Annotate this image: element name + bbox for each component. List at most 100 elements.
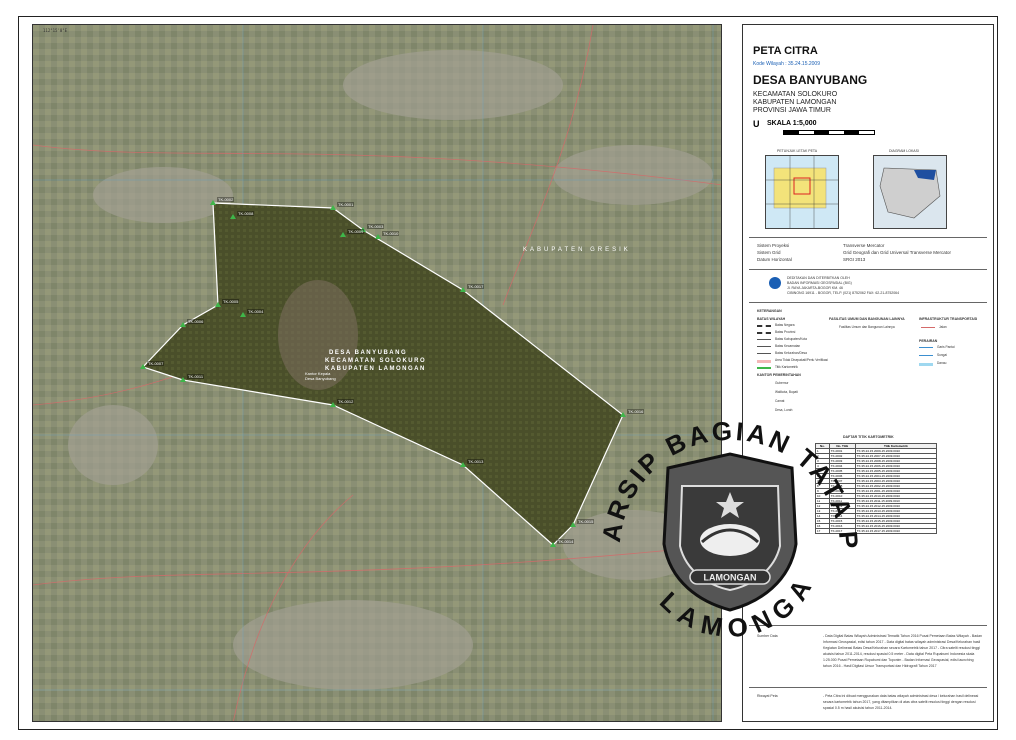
legend-item: Walikota, Bupati bbox=[775, 390, 798, 394]
meta-key: Sistem Proyeksi bbox=[757, 243, 790, 248]
legend-item: Batas Kelurahan/Desa bbox=[775, 351, 807, 355]
diagram-inset bbox=[873, 155, 947, 229]
legend-swatch bbox=[757, 401, 771, 402]
kabupaten-name: KABUPATEN LAMONGAN bbox=[753, 99, 837, 106]
tk-label: TK-0011 bbox=[187, 374, 205, 379]
legend-fasilitas-title: FASILITAS UMUM DAN BANGUNAN LAINNYA bbox=[829, 317, 905, 321]
legend-batas-title: BATAS WILAYAH bbox=[757, 317, 786, 321]
tk-label: TK-0012 bbox=[337, 399, 355, 404]
legend-swatch bbox=[757, 392, 771, 393]
tk-label: TK-0016 bbox=[627, 409, 645, 414]
legend-item: Camat bbox=[775, 399, 785, 403]
tk-label: TK-0004 bbox=[247, 309, 265, 314]
legend-kantor-title: KANTOR PEMERINTAHAN bbox=[757, 373, 801, 377]
legend-item: Area Tidak Disepakati/Perlu Verifikasi bbox=[775, 358, 828, 362]
legend-swatch bbox=[757, 367, 771, 369]
desa-label-2: KECAMATAN SOLOKURO bbox=[325, 358, 427, 364]
sumber-label: Sumber Data bbox=[757, 634, 778, 638]
agency-line-1: DEDITAKAN DAN DITERBITKAN OLEH bbox=[787, 276, 850, 280]
legend-swatch bbox=[757, 353, 771, 354]
map-svg bbox=[33, 25, 721, 721]
meta-value: Transverse Mercator bbox=[843, 243, 885, 248]
location-inset bbox=[765, 155, 839, 229]
legend-swatch bbox=[757, 346, 771, 347]
table-cell: 17 bbox=[815, 528, 830, 534]
tk-label: TK-0014 bbox=[557, 539, 575, 544]
tk-label: TK-0007 bbox=[147, 361, 165, 366]
coord-label: 112°15'0"E bbox=[43, 28, 68, 33]
legend-swatch bbox=[757, 383, 771, 384]
divider bbox=[749, 302, 987, 303]
tk-label: TK-0005 bbox=[222, 299, 240, 304]
tk-label: TK-0010 bbox=[382, 231, 400, 236]
region-code: Kode Wilayah : 35.24.15.2009 bbox=[753, 61, 820, 67]
tk-label: TK-0008 bbox=[237, 211, 255, 216]
tk-label: TK-0002 bbox=[217, 197, 235, 202]
tk-label: TK-0013 bbox=[467, 459, 485, 464]
agency-line-4: CIBINONG 16911 - BOGOR, TELP. (021) 8752… bbox=[787, 291, 900, 295]
tk-label: TK-0009 bbox=[347, 229, 365, 234]
meta-key: Sistem Grid bbox=[757, 250, 781, 255]
legend-swatch bbox=[757, 360, 771, 363]
meta-value: SRGI 2013 bbox=[843, 257, 866, 262]
legend-swatch bbox=[757, 325, 771, 327]
legend-swatch bbox=[757, 339, 771, 340]
divider bbox=[749, 687, 987, 688]
legend-panel: PETA CITRA Kode Wilayah : 35.24.15.2009 … bbox=[742, 24, 994, 722]
legend-swatch bbox=[919, 363, 933, 366]
legend-swatch bbox=[757, 332, 771, 334]
legend-item: Batas Provinsi bbox=[775, 330, 796, 334]
riwayat-text: - Peta Citra ini dibuat menggunakan data… bbox=[823, 694, 979, 710]
legend-item: Danau bbox=[937, 361, 947, 365]
agency-line-3: Jl. RAYA JAKARTA-BOGOR KM. 46 bbox=[787, 286, 843, 290]
agency-line-2: BADAN INFORMASI GEOSPASIAL (BIG) bbox=[787, 281, 852, 285]
table-row: 17 TK-0017 TK.35.24.15.2017-15.2009.0010 bbox=[815, 528, 938, 534]
desa-label-3: KABUPATEN LAMONGAN bbox=[325, 366, 426, 372]
legend-perairan-title: PERAIRAN bbox=[919, 339, 938, 343]
tk-label: TK-0015 bbox=[577, 519, 595, 524]
inset2-label: DIAGRAM LOKASI bbox=[889, 149, 919, 153]
kabupaten-gresik-label: KABUPATEN GRESIK bbox=[523, 247, 631, 253]
scale-label: SKALA 1:5,000 bbox=[767, 120, 817, 127]
legend-item: Sungai bbox=[937, 353, 947, 357]
big-logo-icon bbox=[769, 277, 781, 289]
inset1-label: PETUNJUK LETAK PETA bbox=[777, 149, 818, 153]
legend-item: Batas Negara bbox=[775, 323, 795, 327]
legend-fasilitas-item: Fasilitas Umum dan Bangunan Lainnya bbox=[839, 325, 895, 329]
legend-item: Garis Pantai bbox=[937, 345, 955, 349]
table-cell: TK.35.24.15.2017-15.2009.0010 bbox=[854, 528, 938, 534]
tk-label: TK-0006 bbox=[187, 319, 205, 324]
map-title: PETA CITRA bbox=[753, 45, 818, 57]
legend-item: Titik Kartometrik bbox=[775, 365, 798, 369]
meta-value: Grid Geografi dan Grid Universal Transve… bbox=[843, 250, 952, 255]
table-cell: TK-0017 bbox=[828, 528, 856, 534]
divider bbox=[749, 269, 987, 270]
meta-key: Datum Horizontal bbox=[757, 257, 792, 262]
legend-swatch bbox=[757, 410, 771, 411]
tk-label: TK-0017 bbox=[467, 284, 485, 289]
divider bbox=[749, 625, 987, 626]
legend-item: Gubernur bbox=[775, 381, 789, 385]
provinsi-name: PROVINSI JAWA TIMUR bbox=[753, 107, 831, 114]
divider bbox=[749, 237, 987, 238]
tk-label: TK-0003 bbox=[367, 224, 385, 229]
legend-item: Batas Kabupaten/Kota bbox=[775, 337, 807, 341]
road-legend-swatch bbox=[921, 327, 935, 328]
desa-title: DESA BANYUBANG bbox=[753, 73, 868, 87]
legend-transport-item: Jalan bbox=[939, 325, 947, 329]
north-arrow-icon: U bbox=[753, 119, 760, 129]
sumber-text: - Data Digital Batas Wilayah Administras… bbox=[823, 634, 983, 668]
legend-item: Desa, Lurah bbox=[775, 408, 793, 412]
riwayat-label: Riwayat Peta bbox=[757, 694, 778, 698]
satellite-map[interactable]: 112°15'0"E KABUPATEN GRESIK DESA BANYUBA… bbox=[32, 24, 722, 722]
tk-table-title: DAFTAR TITIK KARTOMETRIK bbox=[843, 435, 894, 439]
legend-swatch bbox=[919, 347, 933, 348]
desa-label-1: DESA BANYUBANG bbox=[329, 350, 408, 356]
scale-bar bbox=[783, 130, 875, 135]
tk-table: No. No. Titik Titik Kartometrik 1 TK-0001 TK… bbox=[815, 443, 938, 534]
legend-swatch bbox=[919, 355, 933, 356]
office-label-2: Desa Banyubang bbox=[305, 376, 336, 381]
legend-title: KETERANGAN bbox=[757, 309, 782, 313]
kecamatan-name: KECAMATAN SOLOKURO bbox=[753, 91, 838, 98]
legend-item: Batas Kecamatan bbox=[775, 344, 801, 348]
